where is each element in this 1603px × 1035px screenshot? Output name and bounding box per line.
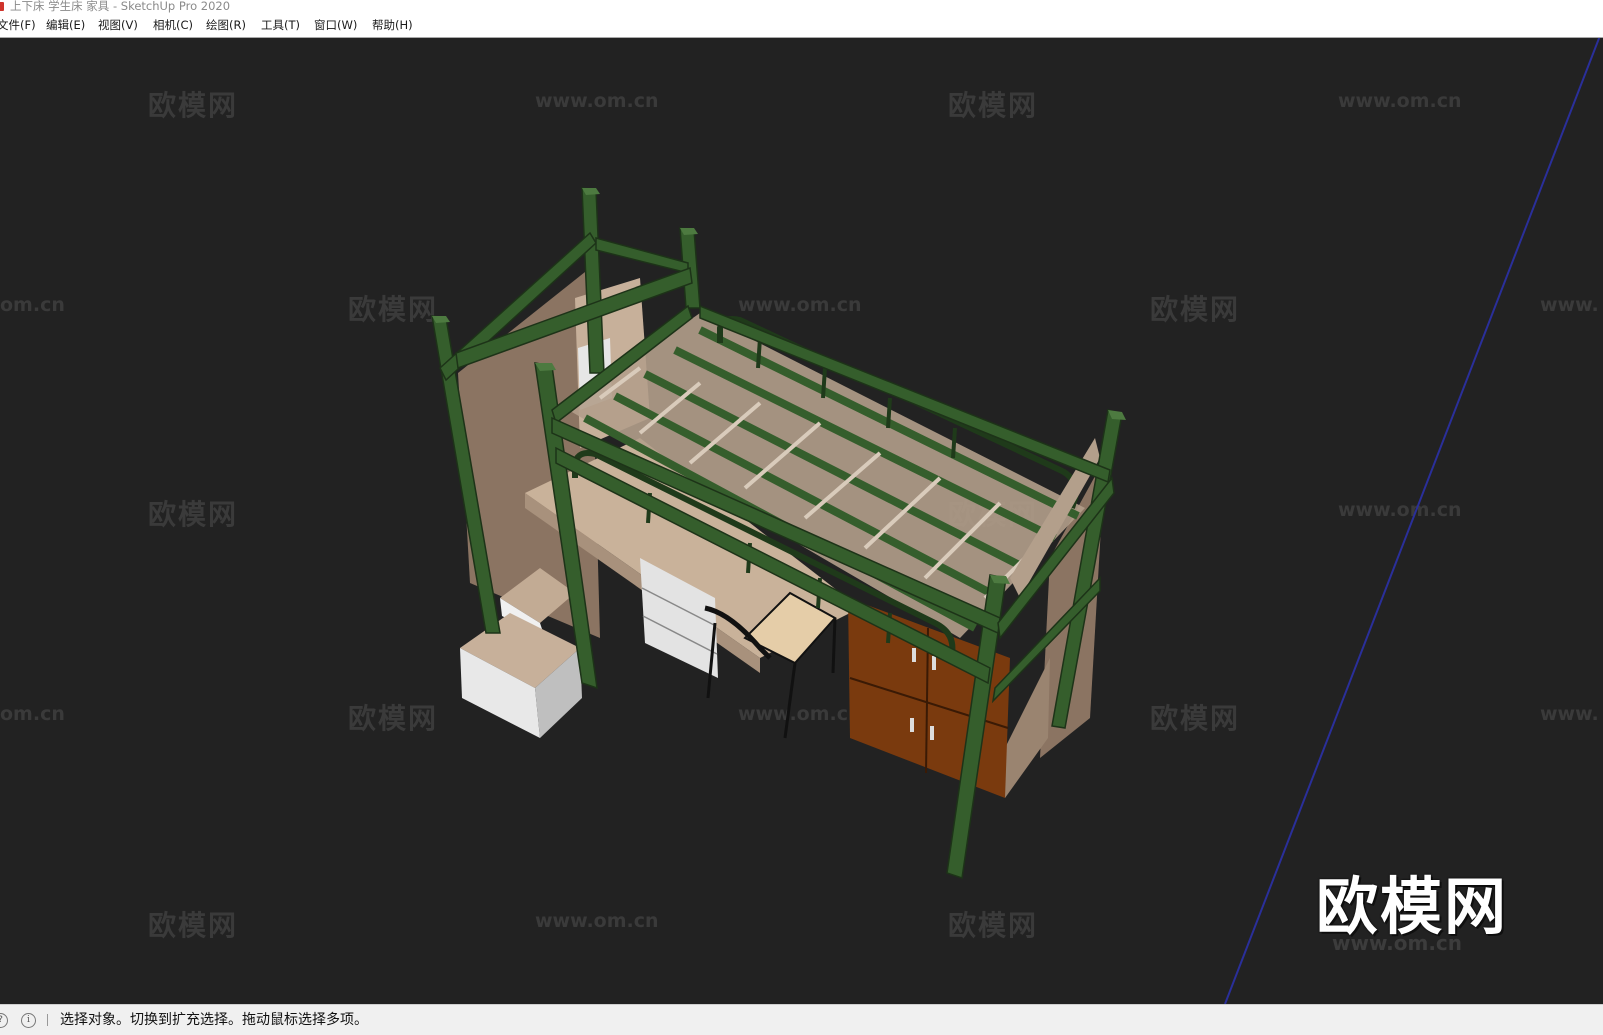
status-divider bbox=[47, 1014, 48, 1026]
wardrobe-handle bbox=[930, 726, 934, 740]
menu-help[interactable]: 帮助(H) bbox=[372, 18, 413, 33]
menu-camera[interactable]: 相机(C) bbox=[153, 18, 193, 33]
status-text: 选择对象。切换到扩充选择。拖动鼠标选择多项。 bbox=[60, 1012, 368, 1028]
window-title: 上下床 学生床 家具 - SketchUp Pro 2020 bbox=[10, 0, 231, 13]
wardrobe-handle bbox=[932, 656, 936, 670]
brand-watermark-url: www.om.cn bbox=[1332, 931, 1463, 955]
model-viewport[interactable]: 欧模网 www.om.cn 欧模网 www.om.cn om.cn 欧模网 ww… bbox=[0, 38, 1603, 1004]
menu-file[interactable]: 文件(F) bbox=[0, 18, 36, 33]
menu-window[interactable]: 窗口(W) bbox=[314, 18, 357, 33]
menu-bar: 文件(F) 编辑(E) 视图(V) 相机(C) 绘图(R) 工具(T) 窗口(W… bbox=[0, 14, 1603, 38]
menu-draw[interactable]: 绘图(R) bbox=[206, 18, 246, 33]
menu-view[interactable]: 视图(V) bbox=[98, 18, 138, 33]
info-icon[interactable]: i bbox=[21, 1013, 36, 1028]
status-bar: ? i 选择对象。切换到扩充选择。拖动鼠标选择多项。 bbox=[0, 1004, 1603, 1035]
wardrobe-handle bbox=[912, 648, 916, 662]
sketchup-app-icon bbox=[0, 2, 4, 11]
title-bar: 上下床 学生床 家具 - SketchUp Pro 2020 bbox=[0, 0, 1603, 14]
menu-tools[interactable]: 工具(T) bbox=[261, 18, 300, 33]
menu-edit[interactable]: 编辑(E) bbox=[46, 18, 85, 33]
wardrobe-handle bbox=[910, 718, 914, 732]
frame-rail bbox=[595, 237, 689, 274]
question-icon[interactable]: ? bbox=[0, 1013, 8, 1028]
